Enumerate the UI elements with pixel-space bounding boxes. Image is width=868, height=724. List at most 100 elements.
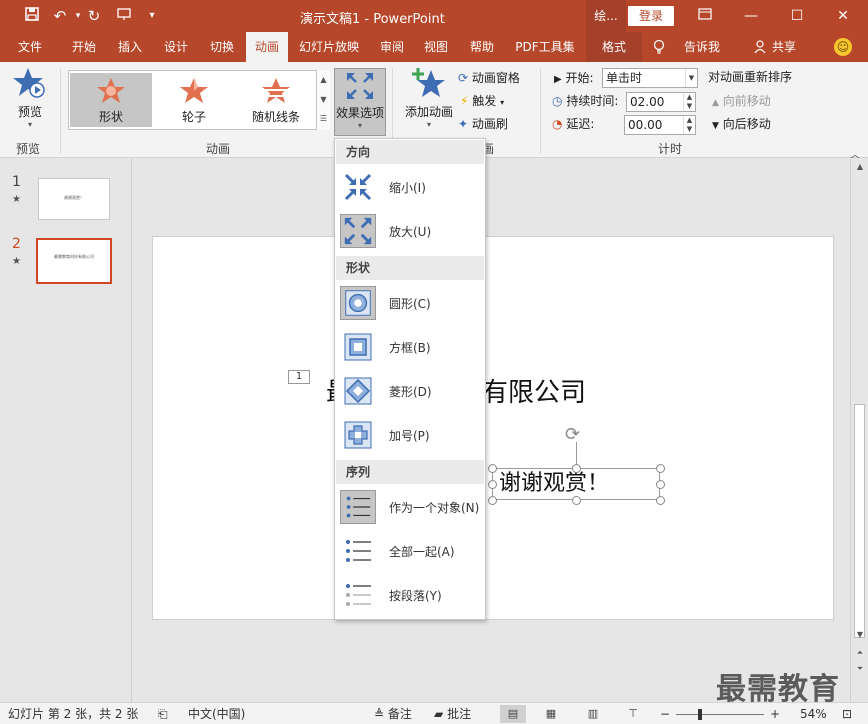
slide-sorter-icon[interactable]: ▦ xyxy=(538,705,564,723)
zoom-out-icon[interactable]: − xyxy=(660,706,670,722)
minimize-icon[interactable]: — xyxy=(728,0,774,32)
comments-button[interactable]: ▰ 批注 xyxy=(434,706,471,722)
option-zoom-out[interactable]: 放大(U) xyxy=(336,209,484,253)
present-from-start-icon[interactable] xyxy=(114,6,134,26)
vertical-scrollbar[interactable]: ▲ ▼ ⏶ ⏷ xyxy=(850,158,868,702)
shrink-arrows-icon xyxy=(344,173,372,201)
normal-view-icon[interactable]: ▤ xyxy=(500,705,526,723)
resize-handle[interactable] xyxy=(656,464,665,473)
save-icon[interactable] xyxy=(22,6,42,26)
drawing-tools-context[interactable]: 绘... xyxy=(586,0,626,32)
option-plus[interactable]: 加号(P) xyxy=(336,413,484,457)
animation-star-icon: ★ xyxy=(12,194,21,205)
spinner-arrows-icon[interactable]: ▲ ▼ xyxy=(683,93,695,111)
start-select[interactable]: 单击时 ▼ xyxy=(602,68,698,88)
tab-slideshow[interactable]: 幻灯片放映 xyxy=(292,32,366,62)
preview-button[interactable]: 预览 ▾ xyxy=(8,66,52,134)
animation-painter-button[interactable]: ✦ 动画刷 xyxy=(458,114,508,134)
move-later-button[interactable]: ▼ 向后移动 xyxy=(712,114,771,134)
trigger-button[interactable]: ⚡ 触发 ▾ xyxy=(460,91,504,111)
option-by-paragraph[interactable]: 按段落(Y) xyxy=(336,573,484,617)
delay-input[interactable]: 00.00 ▲ ▼ xyxy=(624,115,696,135)
scrollbar-thumb[interactable] xyxy=(854,404,865,638)
previous-slide-icon[interactable]: ⏶ xyxy=(853,646,867,660)
redo-icon[interactable]: ↻ xyxy=(84,6,104,26)
ribbon-display-icon[interactable] xyxy=(682,0,728,32)
language-indicator[interactable]: 中文(中国) xyxy=(188,706,245,722)
scroll-down-icon[interactable]: ▼ xyxy=(853,628,867,642)
option-all-at-once[interactable]: 全部一起(A) xyxy=(336,529,484,573)
option-zoom-in[interactable]: 缩小(I) xyxy=(336,165,484,209)
animation-random-bars[interactable]: 随机线条 xyxy=(235,73,317,127)
zoom-slider[interactable] xyxy=(676,714,764,715)
option-circle[interactable]: 圆形(C) xyxy=(336,281,484,325)
animation-pane-button[interactable]: ⟳ 动画窗格 xyxy=(458,68,520,88)
resize-handle[interactable] xyxy=(572,464,581,473)
move-earlier-button[interactable]: ▲ 向前移动 xyxy=(712,91,771,111)
animation-shape-label: 形状 xyxy=(98,110,123,124)
option-label: 圆形(C) xyxy=(389,297,431,311)
tab-help[interactable]: 帮助 xyxy=(462,32,502,62)
effect-options-button[interactable]: 效果选项 ▾ xyxy=(334,68,386,136)
zoom-level[interactable]: 54% xyxy=(800,706,827,722)
option-label: 缩小(I) xyxy=(389,181,426,195)
gallery-down-icon[interactable]: ▼ xyxy=(317,90,330,110)
tab-transitions[interactable]: 切换 xyxy=(200,32,244,62)
scroll-up-icon[interactable]: ▲ xyxy=(853,160,867,174)
animation-order-tag[interactable]: 1 xyxy=(288,370,310,384)
share-button[interactable]: 共享 xyxy=(768,32,800,62)
notes-button[interactable]: ≜ 备注 xyxy=(374,706,412,722)
zoom-in-icon[interactable]: + xyxy=(770,706,780,722)
chevron-down-icon: ▾ xyxy=(357,121,362,130)
add-animation-button[interactable]: 添加动画 ▾ xyxy=(402,66,456,134)
tab-pdf-tools[interactable]: PDF工具集 xyxy=(508,32,582,62)
slide[interactable] xyxy=(152,236,834,620)
resize-handle[interactable] xyxy=(488,480,497,489)
chevron-down-icon[interactable]: ▼ xyxy=(685,69,697,87)
tab-insert[interactable]: 插入 xyxy=(108,32,152,62)
login-button[interactable]: 登录 xyxy=(628,6,674,26)
resize-handle[interactable] xyxy=(488,496,497,505)
animation-shape[interactable]: 形状 xyxy=(70,73,152,127)
maximize-icon[interactable]: ☐ xyxy=(774,0,820,32)
slideshow-view-icon[interactable]: ⊤ xyxy=(620,705,646,723)
zoom-slider-knob[interactable] xyxy=(698,709,702,720)
rotate-handle-icon[interactable]: ⟳ xyxy=(565,424,580,445)
gallery-more-icon[interactable]: ☰ xyxy=(317,110,330,128)
fit-to-window-icon[interactable]: ⊡ xyxy=(842,706,852,722)
undo-icon[interactable]: ↶ xyxy=(50,6,70,26)
start-label-row: ▶ 开始: xyxy=(554,68,594,88)
tab-home[interactable]: 开始 xyxy=(62,32,106,62)
resize-handle[interactable] xyxy=(572,496,581,505)
lightbulb-icon[interactable] xyxy=(652,32,666,62)
option-diamond[interactable]: 菱形(D) xyxy=(336,369,484,413)
option-box[interactable]: 方框(B) xyxy=(336,325,484,369)
next-slide-icon[interactable]: ⏷ xyxy=(853,662,867,676)
tab-view[interactable]: 视图 xyxy=(416,32,456,62)
gallery-up-icon[interactable]: ▲ xyxy=(317,70,330,90)
tab-animations[interactable]: 动画 xyxy=(246,32,288,62)
feedback-smiley-icon[interactable]: ☺ xyxy=(834,38,852,56)
duration-input[interactable]: 02.00 ▲ ▼ xyxy=(626,92,696,112)
tab-format[interactable]: 格式 xyxy=(586,32,642,62)
person-icon[interactable] xyxy=(752,32,768,62)
slide-thumbnail-2[interactable]: 最需教育科技有限公司 xyxy=(36,238,112,284)
resize-handle[interactable] xyxy=(656,480,665,489)
option-as-one-object[interactable]: 作为一个对象(N) xyxy=(336,485,484,529)
spellcheck-icon[interactable]: ⎗ xyxy=(158,706,168,722)
resize-handle[interactable] xyxy=(656,496,665,505)
tab-design[interactable]: 设计 xyxy=(154,32,198,62)
tab-review[interactable]: 审阅 xyxy=(372,32,412,62)
resize-handle[interactable] xyxy=(488,464,497,473)
reading-view-icon[interactable]: ▥ xyxy=(580,705,606,723)
animation-wheel[interactable]: 轮子 xyxy=(153,73,235,127)
spinner-arrows-icon[interactable]: ▲ ▼ xyxy=(683,116,695,134)
tab-file[interactable]: 文件 xyxy=(8,32,52,62)
customize-toolbar-icon[interactable]: ▾ xyxy=(142,6,162,26)
close-icon[interactable]: ✕ xyxy=(820,0,866,32)
tell-me-search[interactable]: 告诉我 xyxy=(680,32,724,62)
expand-arrows-icon xyxy=(347,73,373,99)
gallery-scroll[interactable]: ▲ ▼ ☰ xyxy=(316,70,330,130)
animation-painter-label: 动画刷 xyxy=(471,117,508,131)
slide-thumbnail-1[interactable]: 谢谢观赏！ xyxy=(38,178,110,220)
